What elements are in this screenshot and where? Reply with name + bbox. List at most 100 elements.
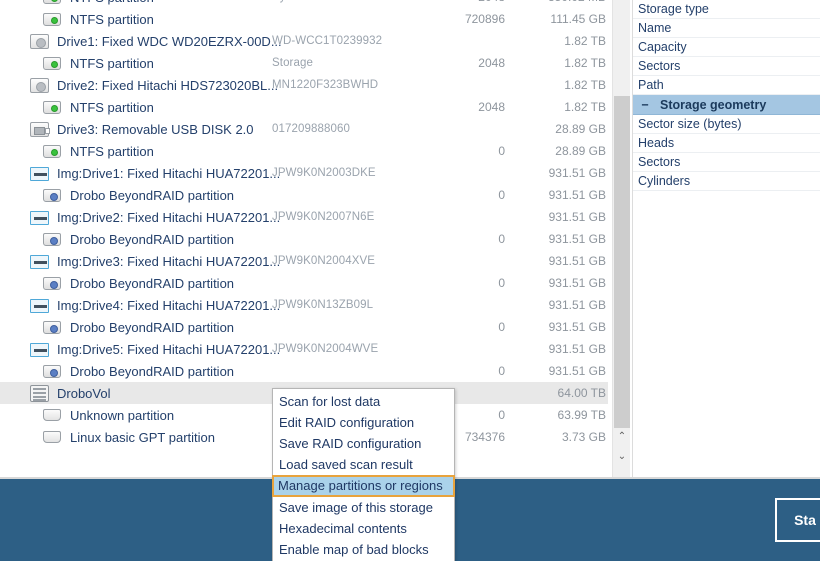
row-sectors: 2048 — [400, 0, 505, 8]
context-menu-item[interactable]: Save image of this storage — [273, 497, 454, 518]
row-sectors — [400, 74, 505, 96]
partition-ntfs-icon — [43, 143, 65, 159]
partition-ntfs-icon — [43, 99, 65, 115]
context-menu-item[interactable]: Scan for lost data — [273, 391, 454, 412]
partition-plain-icon — [43, 429, 65, 445]
table-row[interactable]: NTFS partition 0 28.89 GB — [0, 140, 608, 162]
row-label: Drobo BeyondRAID partition — [70, 319, 235, 335]
table-row[interactable]: Drobo BeyondRAID partition 0 931.51 GB — [0, 184, 608, 206]
row-sectors — [400, 338, 505, 360]
start-button[interactable]: Sta — [775, 498, 820, 542]
row-label: Linux basic GPT partition — [70, 429, 215, 445]
context-menu-item[interactable]: Hexadecimal contents — [273, 518, 454, 539]
table-row[interactable]: Drive1: Fixed WDC WD20EZRX-00D... WD-WCC1… — [0, 30, 608, 52]
row-label: NTFS partition — [70, 99, 154, 115]
table-row[interactable]: Img:Drive3: Fixed Hitachi HUA72201... JPW… — [0, 250, 608, 272]
row-label: Img:Drive2: Fixed Hitachi HUA72201... — [57, 209, 281, 225]
raid-volume-icon — [30, 385, 52, 402]
row-capacity: 28.89 GB — [555, 122, 606, 136]
row-label: Drobo BeyondRAID partition — [70, 275, 235, 291]
fixed-disk-icon — [30, 33, 52, 49]
properties-panel: Storage type Name Capacity Sectors Path − Stor… — [632, 0, 820, 479]
row-capacity: 931.51 GB — [548, 254, 606, 268]
table-row[interactable]: NTFS partition Storage 2048 1.82 TB — [0, 52, 608, 74]
property-label: Capacity — [638, 40, 687, 54]
property-label: Storage type — [638, 2, 709, 16]
row-label: NTFS partition — [70, 0, 154, 5]
row-capacity: 111.45 GB — [550, 12, 606, 26]
property-label: Name — [638, 21, 672, 35]
context-menu-item[interactable]: Save RAID configuration — [273, 433, 454, 454]
raid-partition-icon — [43, 231, 65, 247]
property-label: Heads — [638, 136, 675, 150]
context-menu-item[interactable]: Edit RAID configuration — [273, 412, 454, 433]
row-capacity: 64.00 TB — [557, 386, 606, 400]
disk-image-icon — [30, 341, 52, 357]
row-capacity: 931.51 GB — [548, 298, 606, 312]
collapse-minus-icon[interactable]: − — [638, 98, 652, 112]
row-sectors: 0 — [498, 320, 505, 334]
row-serial: JPW9K0N2003DKE — [272, 167, 376, 179]
scroll-up-arrow-icon[interactable]: ⌃ — [614, 428, 630, 445]
property-label: Path — [638, 78, 664, 92]
disk-image-icon — [30, 165, 52, 181]
property-label: Sector size (bytes) — [638, 117, 742, 131]
raid-partition-icon — [43, 275, 65, 291]
property-label: Cylinders — [638, 174, 691, 188]
table-row[interactable]: Img:Drive2: Fixed Hitachi HUA72201... JPW… — [0, 206, 608, 228]
table-row[interactable]: Drive3: Removable USB DISK 2.0 0172098880… — [0, 118, 608, 140]
row-capacity: 1.82 TB — [564, 34, 606, 48]
table-row[interactable]: Drobo BeyondRAID partition 0 931.51 GB — [0, 272, 608, 294]
row-sectors — [400, 250, 505, 272]
row-capacity: 1.82 TB — [564, 100, 606, 114]
context-menu-item[interactable]: Load saved scan result — [273, 454, 454, 475]
row-serial: System Reserved — [272, 0, 364, 8]
application-window: NTFS partitionSystem Reserved2048350.02 … — [0, 0, 820, 561]
row-capacity: 931.51 GB — [548, 320, 606, 334]
row-capacity: 1.82 TB — [564, 78, 606, 92]
table-row[interactable]: Drobo BeyondRAID partition 0 931.51 GB — [0, 228, 608, 250]
row-serial: Storage — [272, 57, 313, 69]
row-serial: 017209888060 — [272, 123, 350, 135]
row-sectors: 2048 — [478, 100, 505, 114]
partition-ntfs-icon — [43, 0, 65, 5]
context-menu-item[interactable]: Manage partitions or regions — [272, 475, 455, 497]
property-row: Storage type — [633, 0, 820, 19]
row-serial: MN1220F323BWHD — [272, 79, 379, 91]
table-row[interactable]: NTFS partition System Reserved 2048350.02 … — [0, 0, 608, 8]
scroll-down-arrow-icon[interactable]: ⌄ — [614, 448, 630, 465]
property-row: Sector size (bytes) — [633, 115, 820, 134]
property-row: Path — [633, 76, 820, 95]
table-row[interactable]: Img:Drive4: Fixed Hitachi HUA72201... JPW… — [0, 294, 608, 316]
row-capacity: 931.51 GB — [548, 364, 606, 378]
row-sectors — [400, 294, 505, 316]
table-row[interactable]: Img:Drive5: Fixed Hitachi HUA72201... JPW… — [0, 338, 608, 360]
row-capacity: 3.73 GB — [561, 430, 606, 444]
property-group-header[interactable]: − Storage geometry — [633, 95, 820, 115]
table-row[interactable]: Drobo BeyondRAID partition 0 931.51 GB — [0, 360, 608, 382]
disk-image-icon — [30, 253, 52, 269]
row-sectors: 0 — [498, 144, 505, 158]
scrollbar-thumb[interactable] — [614, 96, 630, 428]
row-capacity: 931.51 GB — [548, 342, 606, 356]
tree-vertical-scrollbar[interactable]: ⌃ ⌄ — [612, 0, 630, 479]
table-row[interactable]: Drobo BeyondRAID partition 0 931.51 GB — [0, 316, 608, 338]
row-label: Unknown partition — [70, 407, 175, 423]
table-row[interactable]: NTFS partition 2048 1.82 TB — [0, 96, 608, 118]
raid-partition-icon — [43, 319, 65, 335]
storage-context-menu[interactable]: Scan for lost data Edit RAID configuratio… — [272, 388, 455, 561]
partition-plain-icon — [43, 407, 65, 423]
row-label: Img:Drive1: Fixed Hitachi HUA72201... — [57, 165, 281, 181]
row-label: Drobo BeyondRAID partition — [70, 231, 235, 247]
table-row[interactable]: Img:Drive1: Fixed Hitachi HUA72201... JPW… — [0, 162, 608, 184]
table-row[interactable]: NTFS partition 720896 111.45 GB — [0, 8, 608, 30]
row-sectors: 0 — [498, 364, 505, 378]
row-label: Img:Drive3: Fixed Hitachi HUA72201... — [57, 253, 281, 269]
fixed-disk-icon — [30, 77, 52, 93]
row-serial: JPW9K0N2004XVE — [272, 255, 376, 267]
row-sectors: 0 — [498, 276, 505, 290]
row-label: NTFS partition — [70, 55, 154, 71]
table-row[interactable]: Drive2: Fixed Hitachi HDS723020BL... MN12… — [0, 74, 608, 96]
context-menu-item[interactable]: Enable map of bad blocks — [273, 539, 454, 560]
row-capacity: 63.99 TB — [557, 408, 606, 422]
